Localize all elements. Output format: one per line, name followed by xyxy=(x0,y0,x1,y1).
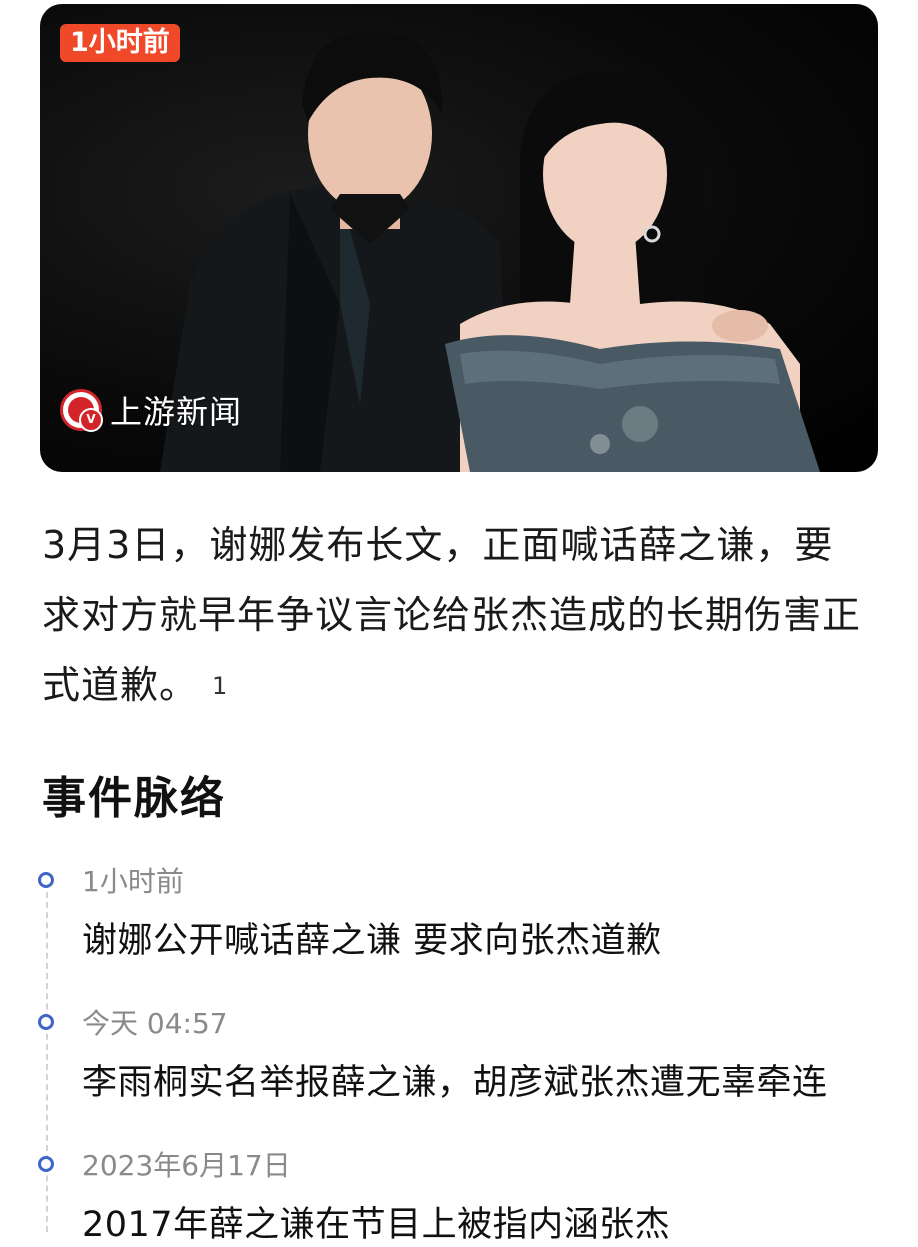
timeline-item-headline[interactable]: 李雨桐实名举报薛之谦，胡彦斌张杰遭无辜牵连 xyxy=(82,1054,828,1105)
timeline-item-time: 今天 04:57 xyxy=(82,1007,228,1040)
timeline-dot-icon xyxy=(38,1156,54,1172)
timeline-item-headline[interactable]: 2017年薛之谦在节目上被指内涵张杰 xyxy=(82,1196,670,1247)
timeline-dot-icon xyxy=(38,872,54,888)
timeline-item-headline[interactable]: 谢娜公开喊话薛之谦 要求向张杰道歉 xyxy=(82,912,662,963)
timeline-item-time: 1小时前 xyxy=(82,865,184,898)
timeline-item-time: 2023年6月17日 xyxy=(82,1149,291,1182)
event-timeline: 1小时前 谢娜公开喊话薛之谦 要求向张杰道歉 今天 04:57 李雨桐实名举报薛… xyxy=(0,0,918,1245)
timeline-line xyxy=(46,892,48,1232)
timeline-dot-icon xyxy=(38,1014,54,1030)
